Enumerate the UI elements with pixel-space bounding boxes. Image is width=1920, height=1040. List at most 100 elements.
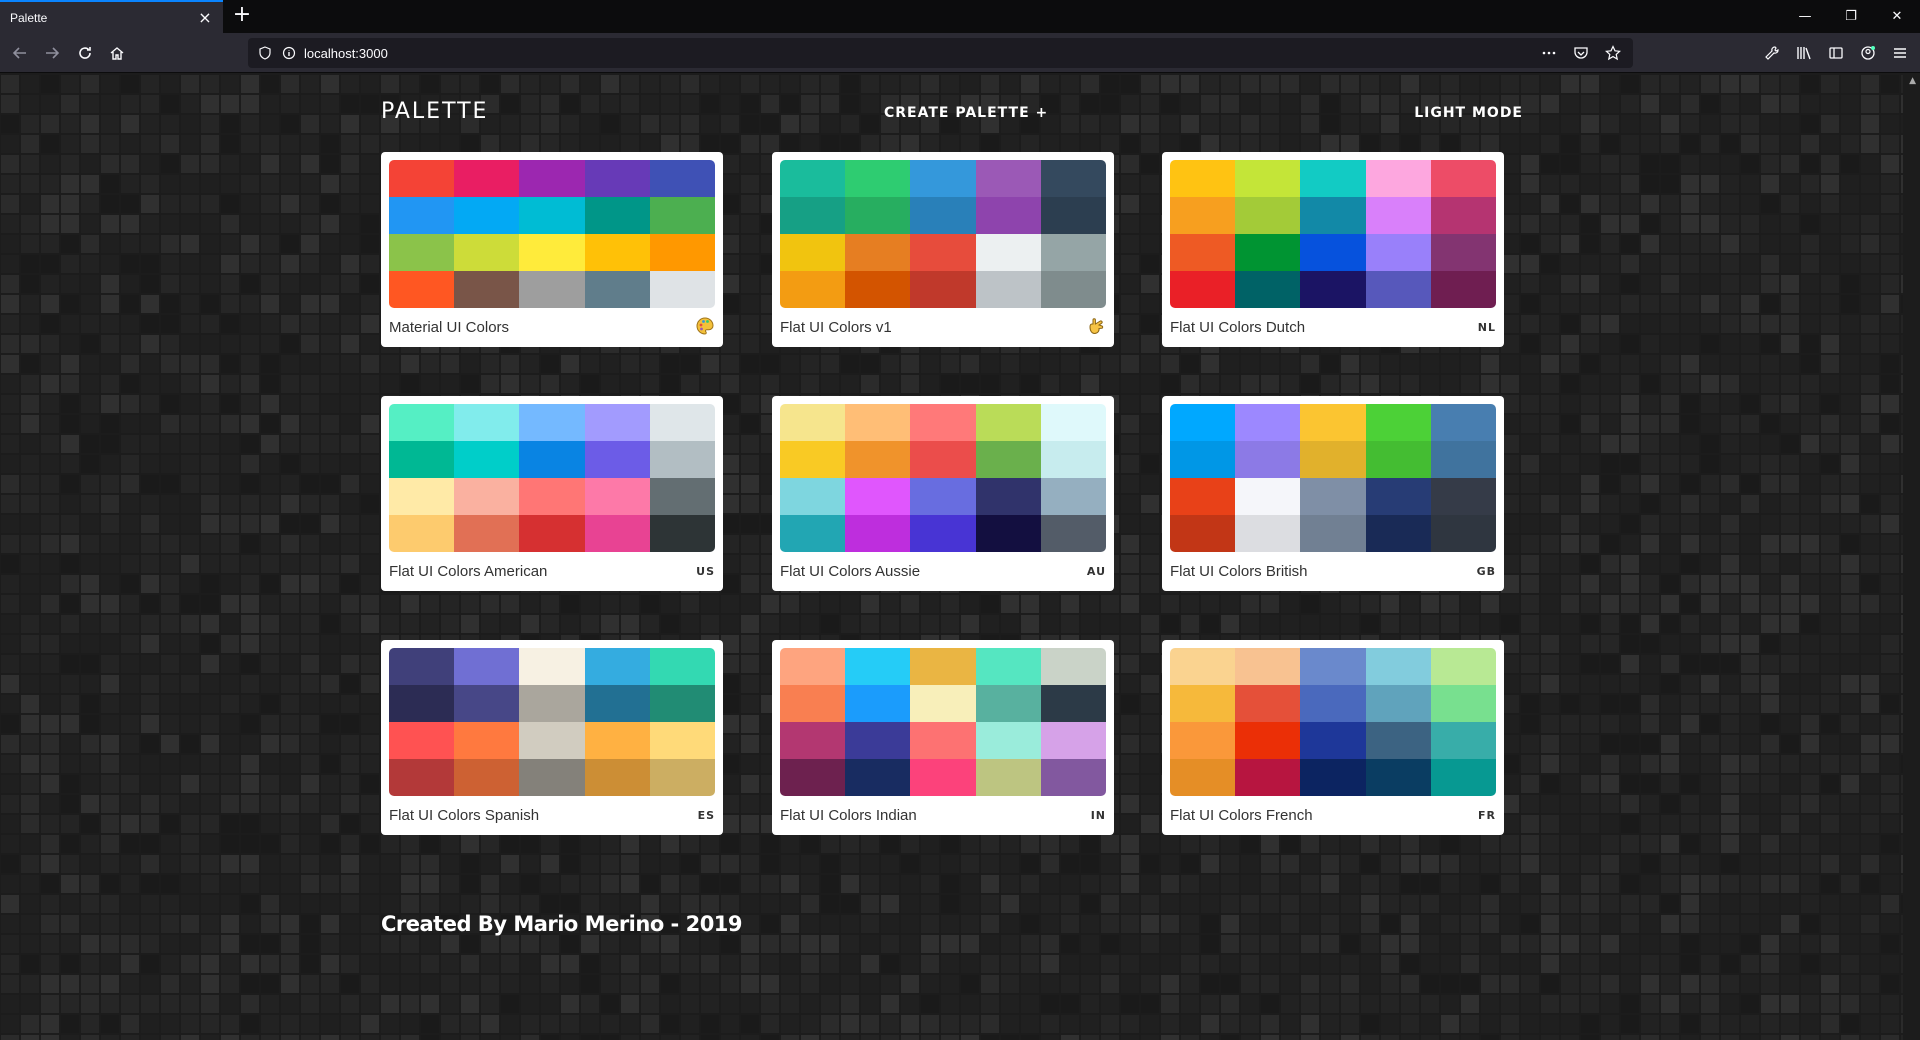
color-swatch [780, 271, 846, 308]
palette-name: Material UI Colors [389, 319, 510, 336]
create-palette-link[interactable]: CREATE PALETTE + [884, 105, 1048, 121]
color-swatch [1300, 478, 1366, 515]
color-swatch [1040, 759, 1106, 796]
color-swatch [389, 234, 455, 271]
color-swatch [1365, 441, 1431, 478]
palette-card[interactable]: Flat UI Colors Aussie AU [772, 396, 1114, 591]
home-icon[interactable] [105, 41, 129, 65]
color-swatch [389, 271, 455, 308]
color-swatch [1430, 685, 1496, 722]
palette-card[interactable]: Flat UI Colors Dutch NL [1162, 152, 1504, 347]
color-swatch [1300, 160, 1366, 197]
color-swatch [1040, 234, 1106, 271]
color-swatch [1235, 271, 1301, 308]
close-tab-icon[interactable]: × [197, 9, 213, 26]
palette-name: Flat UI Colors American [389, 563, 548, 580]
color-swatch [1365, 478, 1431, 515]
palette-card[interactable]: Flat UI Colors French FR [1162, 640, 1504, 835]
palette-card[interactable]: Flat UI Colors British GB [1162, 396, 1504, 591]
wrench-icon[interactable] [1760, 41, 1784, 65]
palette-card[interactable]: Flat UI Colors American US [381, 396, 723, 591]
site-logo[interactable]: PALETTE [381, 99, 488, 124]
color-swatch [649, 234, 715, 271]
color-swatch [910, 441, 976, 478]
palette-name: Flat UI Colors French [1170, 807, 1313, 824]
color-swatch [1170, 515, 1236, 552]
color-swatch [1170, 441, 1236, 478]
palette-card-footer: Flat UI Colors French FR [1170, 796, 1496, 835]
color-swatch [584, 478, 650, 515]
info-icon[interactable] [280, 44, 298, 62]
close-window-button[interactable]: ✕ [1874, 0, 1920, 33]
color-swatch [1170, 648, 1236, 685]
minimize-button[interactable]: — [1782, 0, 1828, 33]
color-swatch [1040, 197, 1106, 234]
color-swatch [975, 404, 1041, 441]
new-tab-button[interactable]: + [230, 4, 254, 28]
color-swatch [845, 234, 911, 271]
palette-swatches [1170, 160, 1496, 308]
color-swatch [454, 271, 520, 308]
color-swatch [454, 648, 520, 685]
color-swatch [975, 685, 1041, 722]
color-swatch [1430, 404, 1496, 441]
palette-card[interactable]: Material UI Colors [381, 152, 723, 347]
forward-arrow-icon[interactable] [40, 41, 64, 65]
scroll-up-arrow-icon[interactable]: ▲ [1909, 76, 1916, 86]
color-swatch [1040, 515, 1106, 552]
color-swatch [389, 478, 455, 515]
account-icon[interactable] [1856, 41, 1880, 65]
palette-name: Flat UI Colors Dutch [1170, 319, 1306, 336]
color-swatch [910, 515, 976, 552]
more-actions-icon[interactable] [1537, 41, 1561, 65]
color-swatch [649, 722, 715, 759]
url-text[interactable]: localhost:3000 [304, 46, 1537, 61]
color-swatch [1430, 515, 1496, 552]
palette-card-footer: Flat UI Colors British GB [1170, 552, 1496, 591]
color-swatch [454, 478, 520, 515]
library-icon[interactable] [1792, 41, 1816, 65]
color-swatch [454, 441, 520, 478]
color-swatch [1040, 478, 1106, 515]
color-swatch [975, 197, 1041, 234]
light-mode-toggle[interactable]: LIGHT MODE [1414, 105, 1523, 121]
color-swatch [1300, 271, 1366, 308]
back-arrow-icon[interactable] [8, 41, 32, 65]
color-swatch [1040, 685, 1106, 722]
scrollbar[interactable]: ▲ [1903, 74, 1920, 1040]
color-swatch [975, 271, 1041, 308]
color-swatch [1365, 404, 1431, 441]
pocket-icon[interactable] [1569, 41, 1593, 65]
palette-card[interactable]: Flat UI Colors Indian IN [772, 640, 1114, 835]
color-swatch [1300, 197, 1366, 234]
color-swatch [1040, 722, 1106, 759]
color-swatch [519, 478, 585, 515]
menu-icon[interactable] [1888, 41, 1912, 65]
restore-button[interactable]: ❐ [1828, 0, 1874, 33]
reload-icon[interactable] [73, 41, 97, 65]
bookmark-star-icon[interactable] [1601, 41, 1625, 65]
color-swatch [975, 515, 1041, 552]
color-swatch [1170, 759, 1236, 796]
sidebar-icon[interactable] [1824, 41, 1848, 65]
color-swatch [389, 515, 455, 552]
color-swatch [975, 648, 1041, 685]
color-swatch [584, 515, 650, 552]
color-swatch [780, 234, 846, 271]
color-swatch [845, 722, 911, 759]
palette-card[interactable]: Flat UI Colors Spanish ES [381, 640, 723, 835]
color-swatch [780, 441, 846, 478]
shield-icon[interactable] [256, 44, 274, 62]
color-swatch [1170, 271, 1236, 308]
color-swatch [780, 404, 846, 441]
palette-country-tag: US [696, 565, 715, 578]
palette-card[interactable]: Flat UI Colors v1 [772, 152, 1114, 347]
color-swatch [975, 478, 1041, 515]
color-swatch [1170, 404, 1236, 441]
browser-tab[interactable]: Palette × [0, 0, 223, 33]
palette-swatches [1170, 648, 1496, 796]
color-swatch [584, 160, 650, 197]
url-bar[interactable]: localhost:3000 [248, 38, 1633, 68]
color-swatch [584, 759, 650, 796]
color-swatch [1300, 759, 1366, 796]
